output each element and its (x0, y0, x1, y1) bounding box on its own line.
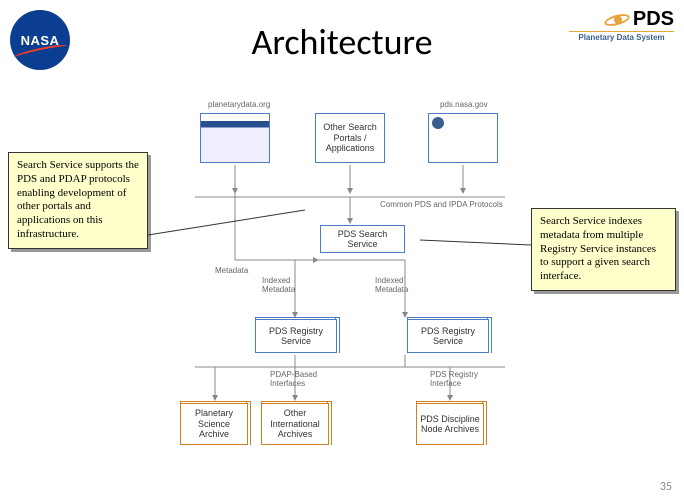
label-metadata: Metadata (215, 267, 248, 276)
label-indexed-right: Indexed Metadata (375, 277, 408, 295)
label-pds-registry-interface: PDS Registry Interface (430, 371, 478, 389)
callout-search-indexes: Search Service indexes metadata from mul… (531, 208, 676, 291)
label-url-ipda: planetarydata.org (208, 101, 270, 110)
thumb-pds-site (428, 113, 498, 163)
label-url-pds: pds.nasa.gov (440, 101, 488, 110)
architecture-diagram: planetarydata.org pds.nasa.gov Other Sea… (150, 105, 550, 475)
box-other-portals: Other Search Portals / Applications (315, 113, 385, 163)
box-search-service: PDS Search Service (320, 225, 405, 253)
label-pdap-interfaces: PDAP-Based Interfaces (270, 371, 317, 389)
label-indexed-left: Indexed Metadata (262, 277, 295, 295)
box-registry-left: PDS Registry Service (255, 319, 337, 353)
page-title: Architecture (0, 20, 684, 64)
callout-search-protocols: Search Service supports the PDS and PDAP… (8, 152, 148, 249)
box-registry-right: PDS Registry Service (407, 319, 489, 353)
page-number: 35 (660, 480, 672, 494)
box-discipline-archives: PDS Discipline Node Archives (416, 403, 484, 445)
label-protocols: Common PDS and IPDA Protocols (380, 201, 503, 210)
box-planetary-archive: Planetary Science Archive (180, 403, 248, 445)
box-other-intl-archives: Other International Archives (261, 403, 329, 445)
thumb-planetarydata-site (200, 113, 270, 163)
